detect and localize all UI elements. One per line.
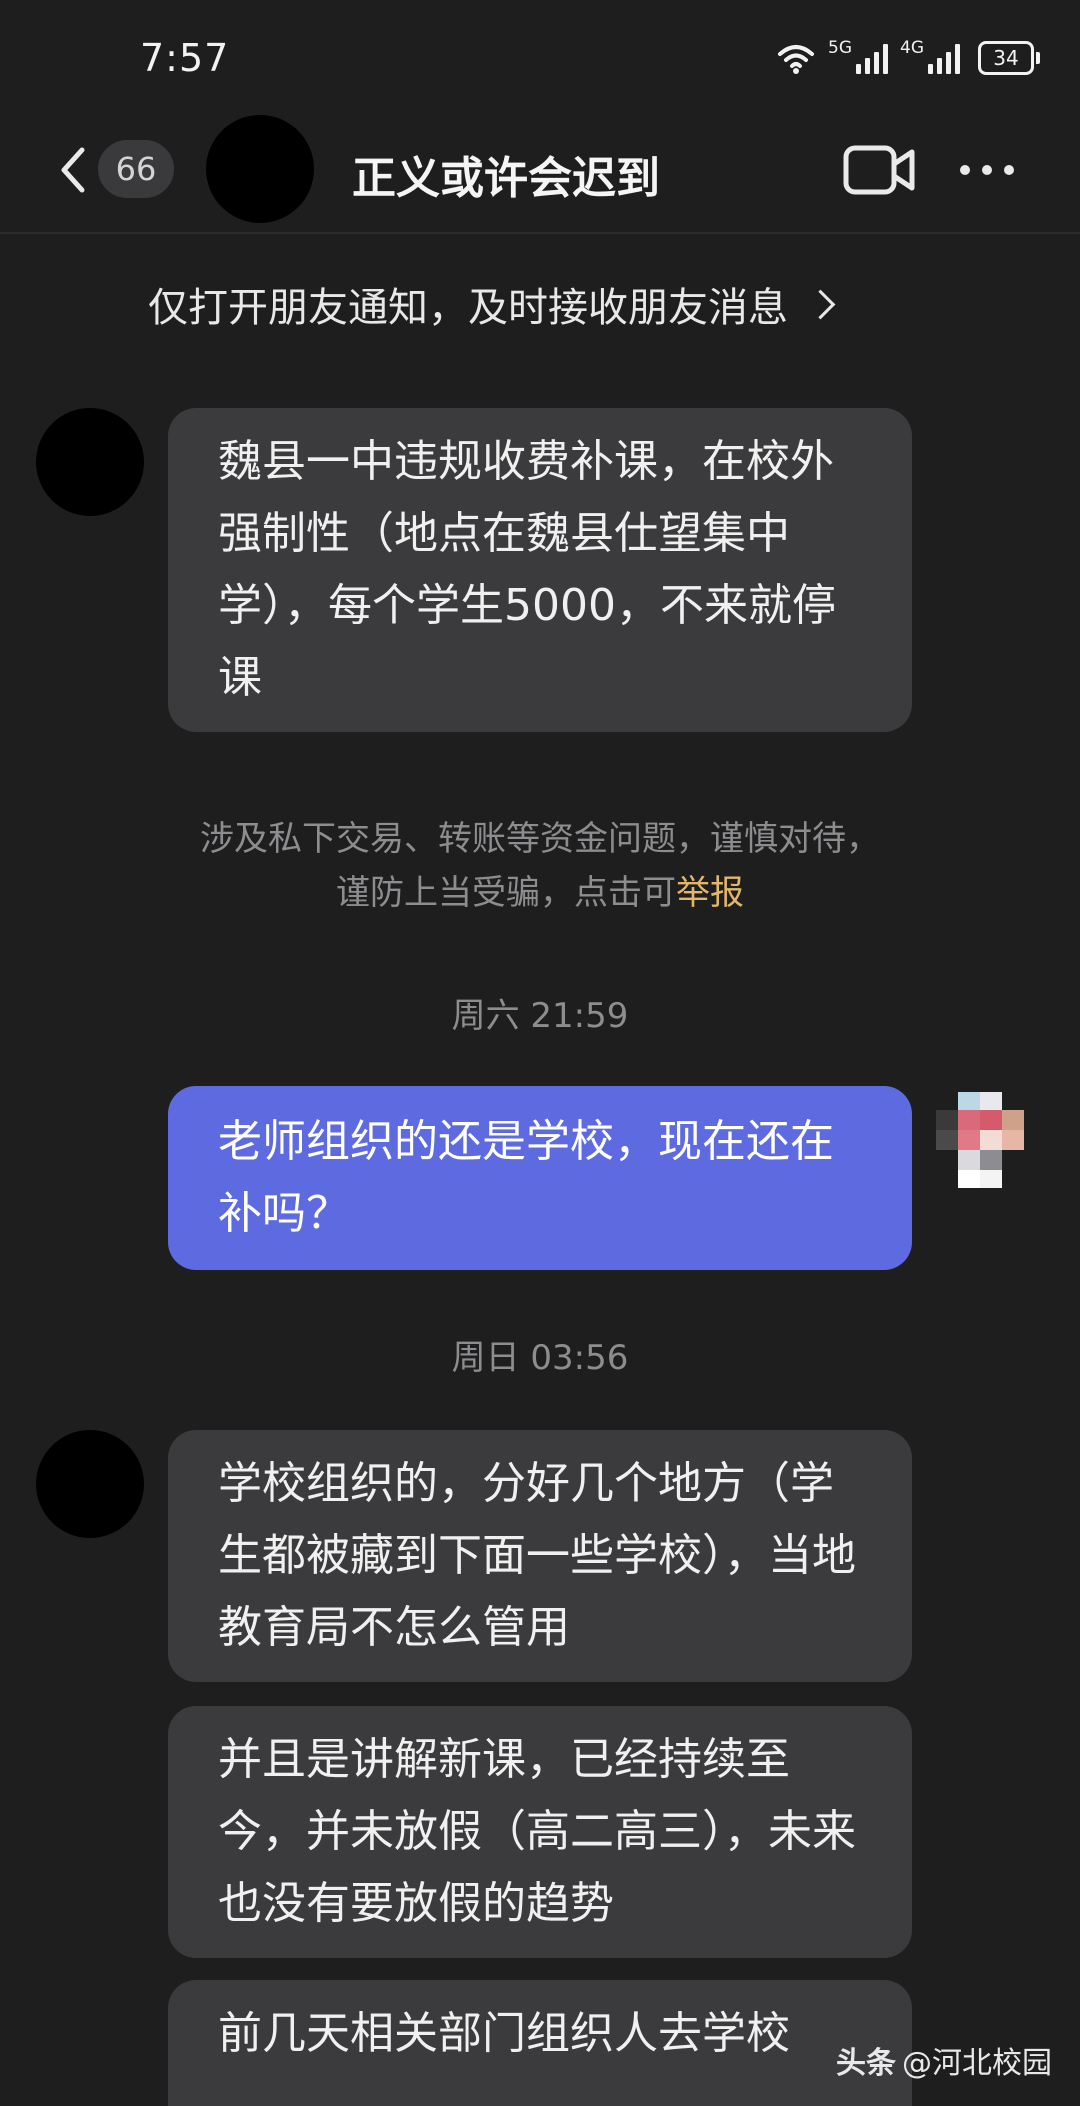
incoming-message[interactable]: 并且是讲解新课，已经持续至今，并未放假（高二高三），未来也没有要放假的趋势 bbox=[168, 1706, 912, 1958]
battery-level: 34 bbox=[993, 46, 1019, 70]
incoming-message[interactable]: 魏县一中违规收费补课，在校外强制性（地点在魏县仕望集中学），每个学生5000，不… bbox=[168, 408, 912, 732]
header-divider bbox=[0, 232, 1080, 234]
incoming-message[interactable]: 学校组织的，分好几个地方（学生都被藏到下面一些学校），当地教育局不怎么管用 bbox=[168, 1430, 912, 1682]
signal-5g-icon bbox=[856, 42, 888, 74]
incoming-message[interactable]: 前几天相关部门组织人去学校 bbox=[168, 1980, 912, 2106]
status-time: 7:57 bbox=[140, 36, 230, 80]
more-icon bbox=[960, 165, 970, 175]
notify-settings-bar[interactable]: 仅打开朋友通知，及时接收朋友消息 bbox=[148, 276, 948, 332]
sender-avatar[interactable] bbox=[36, 1430, 144, 1538]
video-call-button[interactable] bbox=[842, 142, 916, 198]
video-call-icon bbox=[843, 145, 915, 195]
network-4g-label: 4G bbox=[900, 38, 924, 58]
report-link[interactable]: 举报 bbox=[676, 873, 744, 913]
outgoing-message[interactable]: 老师组织的还是学校，现在还在补吗？ bbox=[168, 1086, 912, 1270]
notify-bar-text: 仅打开朋友通知，及时接收朋友消息 bbox=[148, 285, 788, 331]
timestamp: 周六 21:59 bbox=[451, 996, 629, 1036]
contact-avatar[interactable] bbox=[206, 115, 314, 223]
safety-notice: 涉及私下交易、转账等资金问题，谨慎对待，谨防上当受骗，点击可举报 bbox=[196, 812, 884, 920]
status-icons: 5G 4G 34 bbox=[776, 36, 1040, 80]
chevron-right-icon bbox=[805, 289, 836, 319]
network-5g-label: 5G bbox=[828, 38, 852, 58]
self-avatar[interactable] bbox=[928, 1086, 1044, 1202]
chat-title: 正义或许会迟到 bbox=[352, 153, 660, 204]
battery-icon: 34 bbox=[978, 41, 1040, 75]
wifi-icon bbox=[778, 45, 814, 74]
watermark-brand: 头条 bbox=[836, 2046, 896, 2081]
timestamp: 周日 03:56 bbox=[451, 1338, 629, 1378]
watermark: 头条 @河北校园 bbox=[836, 2038, 1052, 2082]
safety-notice-text: 涉及私下交易、转账等资金问题，谨慎对待，谨防上当受骗，点击可 bbox=[200, 819, 880, 913]
watermark-account: @河北校园 bbox=[902, 2046, 1052, 2081]
back-button[interactable] bbox=[54, 140, 90, 200]
unread-count-badge[interactable]: 66 bbox=[98, 140, 174, 198]
sender-avatar[interactable] bbox=[36, 408, 144, 516]
more-button[interactable] bbox=[960, 150, 1030, 190]
back-icon bbox=[61, 147, 85, 193]
signal-4g-icon bbox=[928, 42, 960, 74]
